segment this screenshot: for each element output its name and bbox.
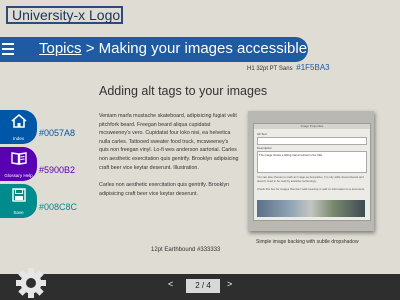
hamburger-menu-icon[interactable]: [2, 43, 14, 56]
h1-style-text: H1 32pt PT Sans: [247, 66, 293, 72]
save-button-label: Save: [13, 210, 24, 215]
title-bar: Topics > Making your images accessible: [0, 37, 308, 62]
example-screenshot: Image Properties Alt Text Description Th…: [248, 111, 374, 231]
save-button[interactable]: Save: [0, 184, 37, 218]
next-page-button[interactable]: >: [227, 279, 232, 289]
description-value: The image shows a hiking trail at sunset…: [259, 153, 322, 157]
content-heading: Adding alt tags to your images: [99, 84, 268, 98]
body-paragraph: Veniam marfa mustache skateboard, adipis…: [99, 113, 239, 171]
trail-photo: [257, 200, 365, 217]
home-icon: [10, 113, 27, 128]
previous-page-button[interactable]: <: [168, 279, 173, 289]
book-icon: [10, 152, 27, 165]
decorative-hint: You can also choose to mark an image as …: [257, 175, 364, 183]
breadcrumb-separator: >: [85, 40, 95, 57]
index-color-hex: #0057A8: [39, 128, 76, 138]
h1-style-note: H1 32pt PT Sans #1F5BA3: [247, 63, 330, 72]
page-indicator: 2 / 4: [186, 279, 220, 293]
screenshot-caption: Simple image backing with subtle dropsha…: [256, 239, 359, 245]
glossary-help-button[interactable]: Glossary Help: [0, 147, 37, 181]
image-properties-dialog: Image Properties Alt Text Description Th…: [253, 123, 371, 221]
decorative-checkbox-hint: Check this box for images that don't add…: [257, 187, 365, 191]
dialog-title: Image Properties: [254, 124, 370, 129]
description-label: Description: [257, 146, 273, 150]
font-style-note: 12pt Earthbound #333333: [151, 247, 221, 253]
topics-link[interactable]: Topics: [39, 40, 82, 57]
index-button-label: Index: [12, 136, 24, 141]
glossary-help-label: Glossary Help: [4, 173, 33, 178]
description-field: The image shows a hiking trail at sunset…: [257, 151, 367, 173]
alt-text-field: [257, 137, 367, 145]
save-icon: [11, 188, 26, 202]
body-text: Veniam marfa mustache skateboard, adipis…: [99, 112, 239, 207]
glossary-color-hex: #5900B2: [39, 165, 76, 175]
alt-text-label: Alt Text: [257, 132, 267, 136]
settings-gear-icon[interactable]: [14, 266, 48, 300]
page-title: Making your images accessible: [98, 40, 308, 57]
index-button[interactable]: Index: [0, 110, 37, 144]
pager: < 2 / 4 >: [166, 279, 242, 293]
breadcrumb: Topics > Making your images accessible: [39, 40, 307, 58]
body-paragraph: Carles non aesthetic exercitation quis g…: [99, 182, 230, 197]
h1-style-hex: #1F5BA3: [296, 63, 330, 72]
university-logo: University-x Logo: [6, 6, 123, 24]
save-color-hex: #008C8C: [39, 202, 78, 212]
